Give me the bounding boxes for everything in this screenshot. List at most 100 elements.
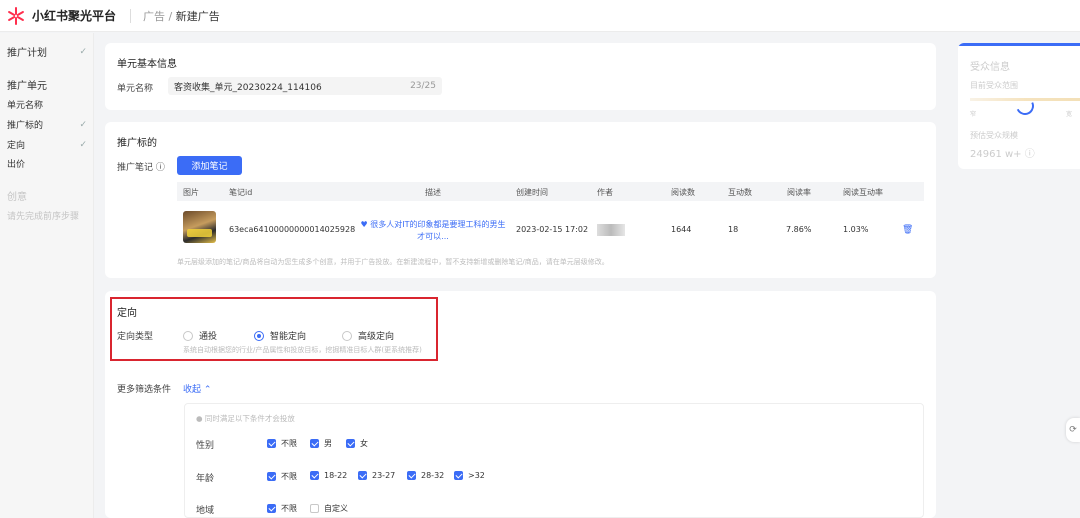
sidebar-item-unit-name[interactable]: 单元名称 bbox=[7, 98, 87, 111]
checkbox-label: 不限 bbox=[281, 472, 297, 481]
checkbox-box bbox=[267, 504, 276, 513]
checkbox-label: >32 bbox=[468, 471, 485, 480]
check-icon: ✓ bbox=[79, 46, 87, 57]
col-image: 图片 bbox=[183, 188, 199, 197]
filter-hint: ● 同时满足以下条件才会投放 bbox=[196, 414, 295, 423]
note-created: 2023-02-15 17:02 bbox=[516, 225, 589, 234]
radio-label: 通投 bbox=[199, 332, 218, 342]
sidebar-item-label: 出价 bbox=[7, 160, 26, 170]
target-title: 推广标的 bbox=[117, 138, 157, 149]
filter-panel bbox=[184, 403, 924, 518]
audience-card-accent bbox=[958, 43, 1080, 46]
unit-name-value: 客资收集_单元_20230224_114106 bbox=[174, 82, 322, 93]
sidebar-item-bid[interactable]: 出价 bbox=[7, 157, 87, 170]
more-filters-label: 更多筛选条件 bbox=[117, 385, 172, 395]
note-read-rate: 7.86% bbox=[786, 225, 812, 234]
divider bbox=[130, 8, 132, 23]
checkbox-label: 28-32 bbox=[421, 471, 445, 480]
radio-label: 智能定向 bbox=[270, 332, 307, 342]
radio-label: 高级定向 bbox=[358, 332, 395, 342]
checkbox-box bbox=[310, 439, 319, 448]
sidebar-item-label: 推广单元 bbox=[7, 81, 47, 92]
col-desc: 描述 bbox=[425, 188, 441, 197]
breadcrumb-sep: / bbox=[168, 9, 173, 23]
targeting-title: 定向 bbox=[117, 308, 137, 319]
col-read-rate: 阅读率 bbox=[787, 188, 811, 197]
basic-info-title: 单元基本信息 bbox=[117, 59, 177, 70]
check-icon: ✓ bbox=[79, 119, 87, 130]
radio-dot bbox=[342, 330, 352, 341]
checkbox-box bbox=[407, 471, 416, 480]
radio-dot bbox=[183, 330, 193, 341]
note-desc-link[interactable]: ♥ 很多人对IT的印象都是要理工科的男生才可以... bbox=[358, 219, 508, 243]
checkbox-label: 不限 bbox=[281, 504, 297, 513]
collapse-toggle[interactable]: 收起 ⌃ bbox=[183, 382, 211, 395]
logo-icon bbox=[6, 6, 26, 26]
checkbox-age-over-32[interactable]: >32 bbox=[454, 471, 485, 480]
note-label: 推广笔记 ⓘ bbox=[117, 160, 165, 173]
checkbox-box bbox=[454, 471, 463, 480]
col-created: 创建时间 bbox=[516, 188, 548, 197]
col-interactions: 互动数 bbox=[728, 188, 752, 197]
sidebar-item-label: 请先完成前序步骤 bbox=[7, 212, 80, 222]
checkbox-label: 23-27 bbox=[372, 471, 396, 480]
checkbox-box bbox=[358, 471, 367, 480]
trash-icon[interactable]: 🗑 bbox=[902, 225, 913, 235]
sidebar-item-label: 定向 bbox=[7, 141, 26, 151]
checkbox-gender-any[interactable]: 不限 bbox=[267, 438, 297, 449]
audience-estimate-value: 24961 w+ ⓘ bbox=[970, 149, 1035, 160]
col-interaction-rate: 阅读互动率 bbox=[843, 188, 883, 197]
sidebar-item-label: 推广计划 bbox=[7, 48, 47, 59]
checkbox-box bbox=[267, 472, 276, 481]
radio-dot bbox=[254, 330, 264, 341]
checkbox-label: 男 bbox=[324, 439, 332, 448]
checkbox-gender-male[interactable]: 男 bbox=[310, 438, 332, 449]
checkbox-age-18-22[interactable]: 18-22 bbox=[310, 471, 347, 480]
checkbox-label: 不限 bbox=[281, 439, 297, 448]
note-label-text: 推广笔记 bbox=[117, 163, 154, 173]
sidebar-item-creative: 创意 bbox=[7, 188, 87, 203]
radio-advanced[interactable]: 高级定向 bbox=[342, 329, 394, 342]
sidebar-item-hint: 请先完成前序步骤 bbox=[7, 209, 93, 222]
breadcrumb-current: 新建广告 bbox=[175, 9, 220, 23]
checkbox-age-any[interactable]: 不限 bbox=[267, 471, 297, 482]
float-tool-icon[interactable]: ⟳ bbox=[1066, 418, 1080, 442]
sidebar-item-unit[interactable]: 推广单元 bbox=[7, 77, 87, 92]
author-avatar bbox=[597, 224, 625, 236]
sidebar-item-label: 单元名称 bbox=[7, 101, 44, 111]
checkbox-box bbox=[267, 439, 276, 448]
checkbox-box bbox=[310, 504, 319, 513]
radio-smart[interactable]: 智能定向 bbox=[254, 329, 306, 342]
breadcrumb-parent[interactable]: 广告 bbox=[143, 10, 165, 23]
audience-estimate-label: 预估受众规模 bbox=[970, 131, 1018, 140]
unit-name-label: 单元名称 bbox=[117, 84, 154, 94]
audience-narrow: 窄 bbox=[970, 111, 977, 118]
unit-name-count: 23/25 bbox=[410, 81, 436, 91]
gender-label: 性别 bbox=[196, 441, 215, 451]
sidebar-item-targeting[interactable]: 定向 ✓ bbox=[7, 138, 87, 152]
breadcrumb: 广告 / 新建广告 bbox=[143, 8, 220, 24]
logo[interactable]: 小红书聚光平台 bbox=[6, 6, 116, 26]
targeting-type-label: 定向类型 bbox=[117, 332, 154, 342]
note-interactions: 18 bbox=[728, 225, 739, 234]
note-reads: 1644 bbox=[671, 225, 692, 234]
checkbox-box bbox=[346, 439, 355, 448]
checkbox-box bbox=[310, 471, 319, 480]
radio-broad[interactable]: 通投 bbox=[183, 329, 217, 342]
checkbox-region-any[interactable]: 不限 bbox=[267, 503, 297, 514]
audience-wide: 宽 bbox=[1066, 111, 1073, 118]
unit-name-input[interactable]: 客资收集_单元_20230224_114106 23/25 bbox=[168, 77, 442, 95]
col-author: 作者 bbox=[597, 188, 613, 197]
checkbox-age-23-27[interactable]: 23-27 bbox=[358, 471, 395, 480]
age-label: 年龄 bbox=[196, 474, 215, 484]
sidebar-item-plan[interactable]: 推广计划 ✓ bbox=[7, 44, 87, 60]
checkbox-age-28-32[interactable]: 28-32 bbox=[407, 471, 444, 480]
note-interaction-rate: 1.03% bbox=[843, 225, 869, 234]
sidebar-item-target[interactable]: 推广标的 ✓ bbox=[7, 118, 87, 132]
checkbox-gender-female[interactable]: 女 bbox=[346, 438, 368, 449]
add-note-button[interactable]: 添加笔记 bbox=[177, 156, 242, 175]
note-id: 63eca64100000000014025928 bbox=[229, 225, 356, 234]
info-icon[interactable]: ⓘ bbox=[156, 163, 165, 173]
checkbox-region-custom[interactable]: 自定义 bbox=[310, 503, 348, 514]
sidebar: 推广计划 ✓ 推广单元 单元名称 推广标的 ✓ 定向 ✓ 出价 创意 请先完成前序步骤 bbox=[0, 33, 94, 518]
